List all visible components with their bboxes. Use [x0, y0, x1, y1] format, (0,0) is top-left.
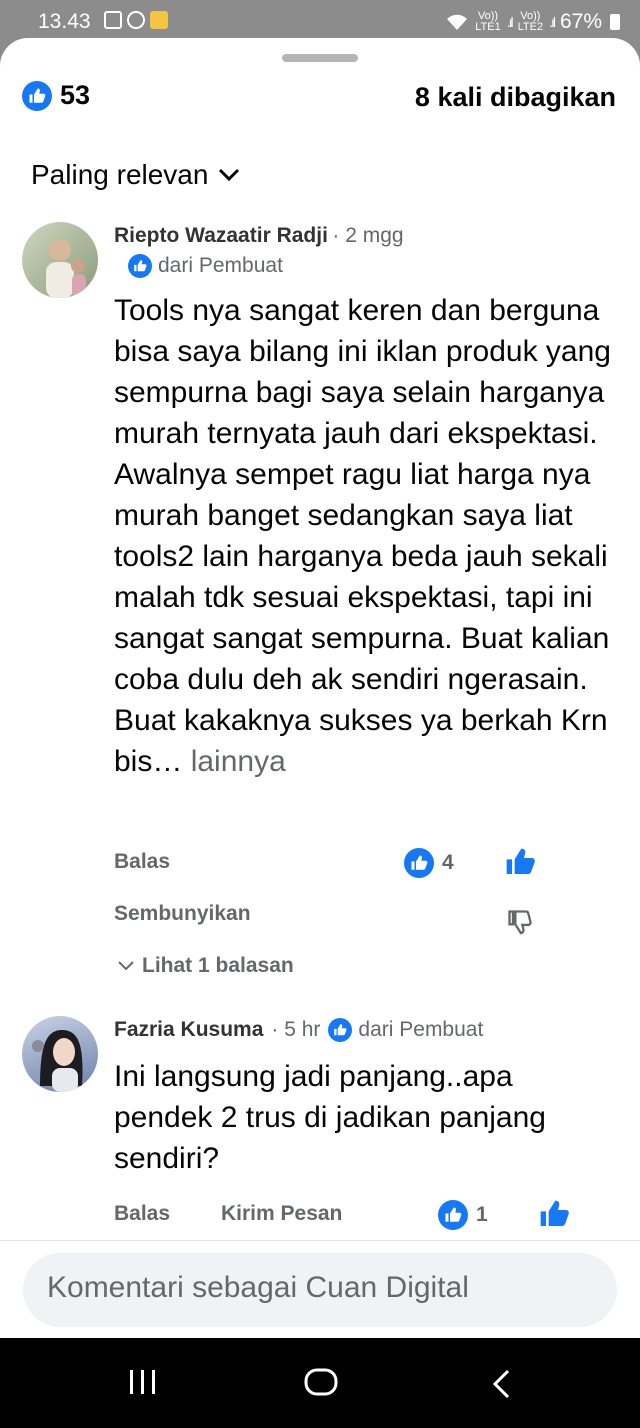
battery-icon: [610, 14, 620, 30]
avatar[interactable]: [22, 222, 98, 298]
like-reaction-icon: [438, 1200, 468, 1230]
sort-label: Paling relevan: [31, 159, 209, 190]
share-count[interactable]: 8 kali dibagikan: [415, 82, 616, 113]
system-nav-bar: [0, 1338, 640, 1428]
comment-composer: Komentari sebagai Cuan Digital: [0, 1240, 640, 1338]
recent-apps-icon: [130, 1370, 155, 1394]
like-count: 4: [442, 851, 454, 874]
sync-icon: [127, 11, 145, 29]
status-time: 13.43: [38, 10, 91, 33]
comment-time[interactable]: · 2 mgg: [332, 224, 403, 247]
comment-text: Tools nya sangat keren dan berguna bisa …: [114, 290, 614, 782]
comment-input-placeholder: Komentari sebagai Cuan Digital: [47, 1271, 469, 1304]
reaction-summary[interactable]: 53: [22, 80, 90, 111]
send-message-button[interactable]: Kirim Pesan: [221, 1202, 342, 1226]
author-badge: dari Pembuat: [128, 254, 283, 278]
commenter-name[interactable]: Fazria Kusuma: [114, 1018, 263, 1042]
chevron-down-icon: [219, 168, 240, 182]
thumbs-down-icon: [508, 910, 532, 935]
like-count: 1: [476, 1203, 488, 1226]
thumbs-up-icon: [540, 1200, 569, 1226]
view-replies[interactable]: Lihat 1 balasan: [118, 954, 294, 978]
author-badge: dari Pembuat: [328, 1018, 483, 1042]
user-photo-icon: [46, 239, 86, 298]
comment-like-count[interactable]: 1: [438, 1200, 488, 1230]
recent-apps-button[interactable]: [128, 1368, 158, 1401]
like-badge-icon: [128, 254, 152, 278]
comment-like-count[interactable]: 4: [404, 848, 454, 878]
wifi-icon: [447, 14, 468, 30]
thumbs-up-icon: [506, 848, 535, 874]
hide-button[interactable]: Sembunyikan: [114, 902, 251, 926]
like-button[interactable]: [502, 844, 538, 880]
sim1-label: Vo)) LTE1: [475, 10, 501, 33]
comments-sheet: 53 8 kali dibagikan Paling relevan Riept…: [0, 38, 640, 1338]
comment-input[interactable]: Komentari sebagai Cuan Digital: [23, 1253, 617, 1327]
notification-icons: [104, 11, 168, 29]
sim2-label: Vo)) LTE2: [517, 10, 544, 33]
like-count: 53: [60, 80, 91, 110]
battery-percent: 67%: [559, 10, 602, 33]
chevron-down-icon: [118, 961, 134, 971]
app-icon: [150, 11, 168, 29]
like-button[interactable]: [536, 1196, 572, 1232]
comment-body: Ini langsung jadi panjang..apa pendek 2 …: [114, 1060, 546, 1175]
drag-handle[interactable]: [282, 54, 358, 62]
comment-header: Riepto Wazaatir Radji · 2 mgg: [114, 224, 404, 248]
signal2-icon: .ıl: [549, 14, 556, 30]
reply-button[interactable]: Balas: [114, 850, 170, 874]
reply-button[interactable]: Balas: [114, 1202, 170, 1226]
dislike-button[interactable]: [502, 904, 538, 940]
sort-dropdown[interactable]: Paling relevan: [31, 159, 240, 191]
commenter-name[interactable]: Riepto Wazaatir Radji: [114, 224, 328, 247]
signal1-icon: .ıl: [506, 14, 514, 30]
like-reaction-icon: [22, 80, 52, 111]
gallery-icon: [104, 11, 122, 29]
home-button[interactable]: [304, 1368, 338, 1401]
comment-body: Tools nya sangat keren dan berguna bisa …: [114, 294, 611, 778]
like-reaction-icon: [404, 848, 434, 878]
from-author-label: dari Pembuat: [158, 254, 283, 277]
back-icon: [492, 1369, 510, 1399]
user-photo-icon: [32, 1030, 83, 1092]
see-more-link[interactable]: lainnya: [191, 745, 286, 778]
back-button[interactable]: [490, 1368, 514, 1405]
avatar[interactable]: [22, 1016, 98, 1092]
home-icon: [304, 1368, 338, 1396]
comment-time[interactable]: · 5 hr: [271, 1018, 320, 1042]
like-badge-icon: [328, 1018, 353, 1042]
comment-header: Fazria Kusuma · 5 hr dari Pembuat: [114, 1018, 483, 1042]
from-author-label: dari Pembuat: [358, 1018, 484, 1041]
view-replies-label: Lihat 1 balasan: [142, 954, 294, 977]
